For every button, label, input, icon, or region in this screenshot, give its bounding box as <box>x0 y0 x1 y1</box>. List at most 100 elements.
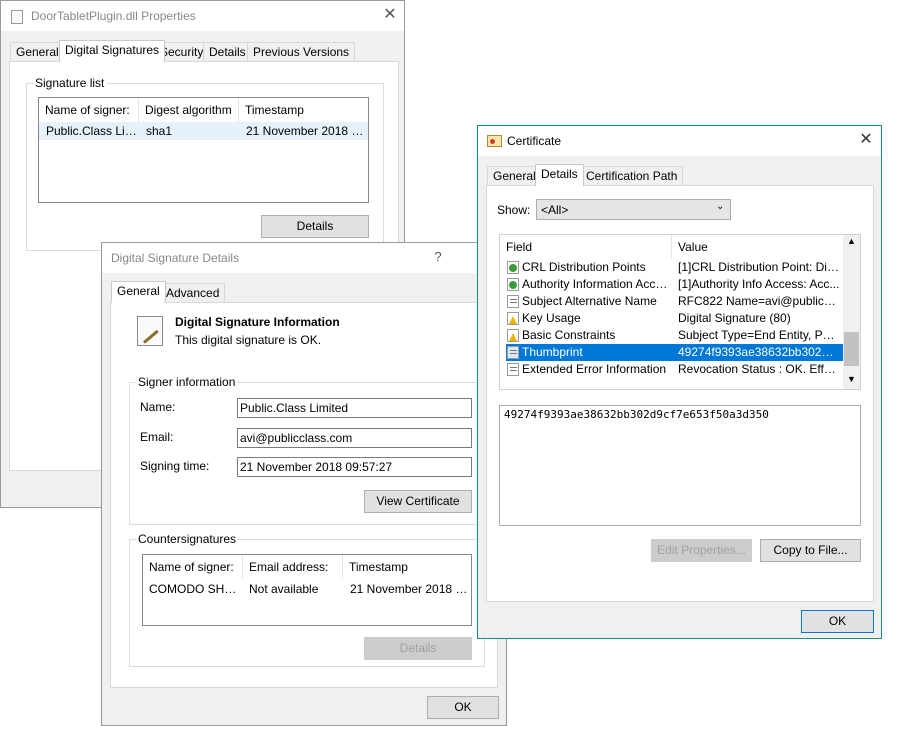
certificate-field-row[interactable]: CRL Distribution Points [1]CRL Distributi… <box>506 259 843 276</box>
field-value-cell: 49274f9393ae38632bb302d9c... <box>678 345 840 359</box>
signing-time-field[interactable]: 21 November 2018 09:57:27 <box>237 457 472 477</box>
table-row[interactable]: COMODO SHA-1... Not available 21 Novembe… <box>143 580 471 598</box>
countersignature-details-button[interactable]: Details <box>364 637 472 660</box>
show-select-value: <All> <box>541 203 569 217</box>
column-header[interactable]: Name of signer: <box>39 98 139 122</box>
name-label: Name: <box>140 400 176 414</box>
field-value-cell: RFC822 Name=avi@publicclas... <box>678 294 840 308</box>
show-label: Show: <box>497 203 531 217</box>
tab-general[interactable]: General <box>10 42 65 62</box>
column-header[interactable]: Value <box>672 235 844 259</box>
properties-titlebar: DoorTabletPlugin.dll Properties ✕ <box>1 1 404 31</box>
column-header[interactable]: Name of signer: <box>143 555 243 579</box>
copy-to-file-button[interactable]: Copy to File... <box>760 539 861 562</box>
signature-list-label: Signature list <box>33 76 107 90</box>
certificate-field-row[interactable]: Thumbprint 49274f9393ae38632bb302d9c... <box>506 344 843 361</box>
name-field[interactable]: Public.Class Limited <box>237 398 472 418</box>
digest-cell: sha1 <box>146 124 173 138</box>
column-header[interactable]: Timestamp <box>239 98 368 122</box>
field-value-textbox[interactable]: 49274f9393ae38632bb302d9cf7e653f50a3d350 <box>499 405 861 526</box>
field-name-cell: CRL Distribution Points <box>522 260 646 274</box>
countersignature-list[interactable]: Name of signer: Email address: Timestamp… <box>142 554 472 626</box>
download-arrow-icon <box>507 278 519 291</box>
download-arrow-icon <box>507 261 519 274</box>
close-icon[interactable]: ✕ <box>855 130 877 152</box>
countersigner-email-cell: Not available <box>249 582 319 596</box>
scroll-thumb[interactable] <box>844 332 859 366</box>
signature-info-title: Digital Signature Information <box>175 315 340 329</box>
certificate-icon <box>487 135 502 147</box>
column-header[interactable]: Timestamp <box>343 555 471 579</box>
seal-icon <box>490 139 495 144</box>
window-title: Digital Signature Details <box>111 251 240 265</box>
field-value-cell: [1]CRL Distribution Point: Distr... <box>678 260 840 274</box>
email-field[interactable]: avi@publicclass.com <box>237 428 472 448</box>
tab-digital-signatures[interactable]: Digital Signatures <box>59 40 166 62</box>
field-name-cell: Thumbprint <box>522 345 583 359</box>
help-icon[interactable]: ? <box>427 247 449 269</box>
vertical-scrollbar[interactable]: ▲ ▼ <box>843 235 860 389</box>
tab-advanced[interactable]: Advanced <box>160 283 226 303</box>
window-title: Certificate <box>507 134 562 148</box>
field-value-cell: Digital Signature (80) <box>678 311 791 325</box>
signature-list[interactable]: Name of signer: Digest algorithm Timesta… <box>38 97 369 203</box>
countersignatures-label: Countersignatures <box>136 532 239 546</box>
pen-icon <box>143 329 159 344</box>
close-icon[interactable]: ✕ <box>379 5 401 27</box>
certificate-field-icon <box>507 295 519 308</box>
ok-button[interactable]: OK <box>801 610 874 633</box>
signature-details-window: Digital Signature Details ? General Adva… <box>101 242 507 726</box>
warning-icon <box>507 312 519 325</box>
timestamp-cell: 21 November 2018 0... <box>246 124 366 138</box>
certificate-field-row[interactable]: Key Usage Digital Signature (80) <box>506 310 843 327</box>
tab-details[interactable]: Details <box>203 42 252 62</box>
signer-info-label: Signer information <box>136 375 238 389</box>
field-name-cell: Authority Information Access <box>522 277 672 291</box>
certificate-field-icon <box>507 346 519 359</box>
details-button[interactable]: Details <box>261 215 369 238</box>
tab-certification-path[interactable]: Certification Path <box>580 166 684 186</box>
certificate-window: Certificate ✕ General Details Certificat… <box>477 125 882 639</box>
signature-document-icon <box>137 316 163 346</box>
field-value-cell: Subject Type=End Entity, Pat... <box>678 328 840 342</box>
signer-name-cell: Public.Class Limit... <box>46 124 138 138</box>
edit-properties-button[interactable]: Edit Properties... <box>651 539 752 562</box>
column-header[interactable]: Field <box>500 235 672 259</box>
file-icon <box>11 10 23 24</box>
field-name-cell: Extended Error Information <box>522 362 667 376</box>
tab-details[interactable]: Details <box>535 164 584 186</box>
table-row[interactable]: Public.Class Limit... sha1 21 November 2… <box>39 122 368 140</box>
certificate-details-panel: Show: <All> ⌄ Field Value CRL Distributi… <box>486 185 874 602</box>
signature-status: This digital signature is OK. <box>175 333 322 347</box>
field-value-cell: [1]Authority Info Access: Acc... <box>678 277 840 291</box>
view-certificate-button[interactable]: View Certificate <box>364 490 472 513</box>
column-header[interactable]: Email address: <box>243 555 343 579</box>
email-label: Email: <box>140 430 174 444</box>
field-name-cell: Key Usage <box>522 311 581 325</box>
field-value-text: 49274f9393ae38632bb302d9cf7e653f50a3d350 <box>504 408 769 421</box>
signature-details-panel: Digital Signature Information This digit… <box>110 302 498 688</box>
certificate-fields-list[interactable]: Field Value CRL Distribution Points [1]CR… <box>499 234 861 390</box>
certificate-field-row[interactable]: Subject Alternative Name RFC822 Name=avi@… <box>506 293 843 310</box>
countersigner-timestamp-cell: 21 November 2018 0... <box>350 582 468 596</box>
scroll-up-icon[interactable]: ▲ <box>847 236 856 246</box>
ok-button[interactable]: OK <box>427 696 499 719</box>
field-name-cell: Basic Constraints <box>522 328 616 342</box>
certificate-field-row[interactable]: Authority Information Access [1]Authority… <box>506 276 843 293</box>
tab-previous-versions[interactable]: Previous Versions <box>247 42 356 62</box>
signature-details-titlebar: Digital Signature Details ? <box>102 243 506 273</box>
certificate-field-row[interactable]: Extended Error Information Revocation Sta… <box>506 361 843 378</box>
warning-icon <box>507 329 519 342</box>
countersigner-name-cell: COMODO SHA-1... <box>149 582 241 596</box>
column-header[interactable]: Digest algorithm <box>139 98 239 122</box>
field-value-cell: Revocation Status : OK. Effec... <box>678 362 840 376</box>
tab-general[interactable]: General <box>487 166 542 186</box>
scroll-down-icon[interactable]: ▼ <box>847 374 856 384</box>
field-name-cell: Subject Alternative Name <box>522 294 657 308</box>
chevron-down-icon: ⌄ <box>716 201 725 212</box>
certificate-field-row[interactable]: Basic Constraints Subject Type=End Entity… <box>506 327 843 344</box>
signing-time-label: Signing time: <box>140 459 210 473</box>
tab-general[interactable]: General <box>111 281 166 303</box>
certificate-field-icon <box>507 363 519 376</box>
show-select[interactable]: <All> ⌄ <box>536 199 731 220</box>
